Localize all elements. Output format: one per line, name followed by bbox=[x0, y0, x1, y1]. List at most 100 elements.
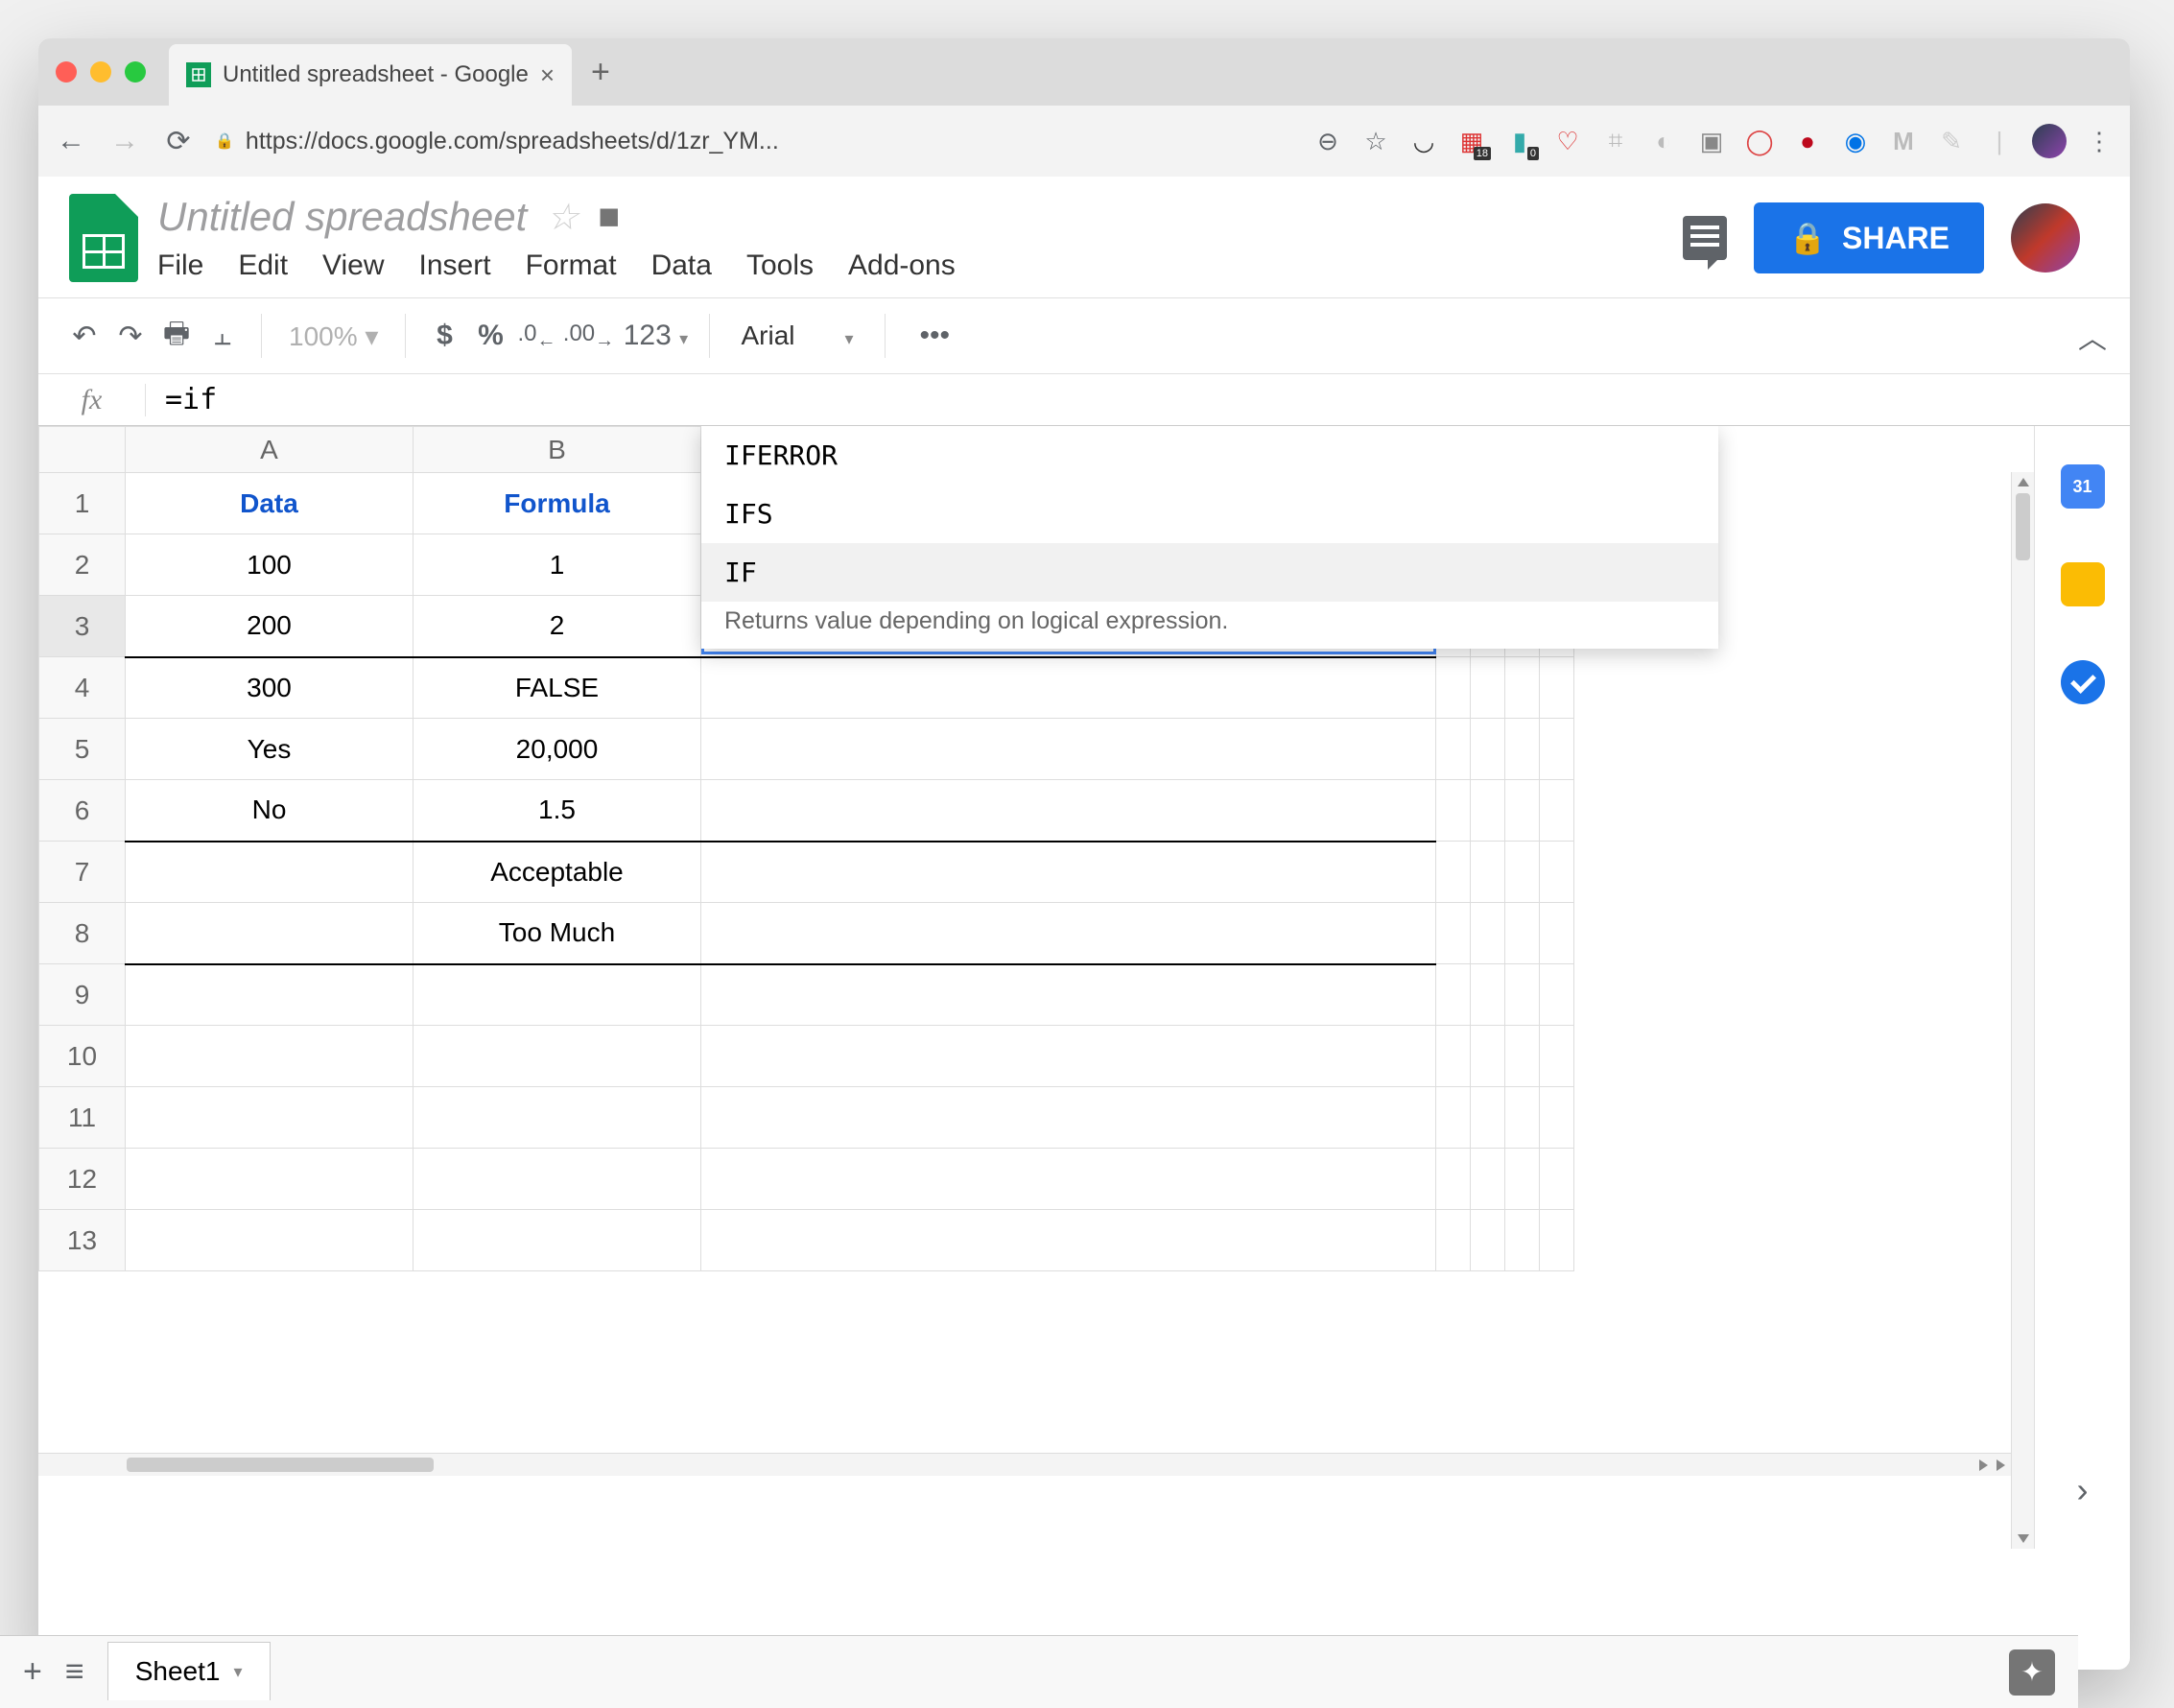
row-header[interactable]: 12 bbox=[39, 1149, 126, 1210]
extension-c-icon[interactable]: ♡ bbox=[1552, 126, 1583, 156]
extension-d-icon[interactable]: ⌗ bbox=[1600, 126, 1631, 156]
maximize-window-button[interactable] bbox=[125, 61, 146, 83]
cell[interactable] bbox=[414, 1210, 701, 1271]
column-header[interactable]: A bbox=[126, 427, 414, 473]
menu-view[interactable]: View bbox=[322, 249, 384, 282]
cell[interactable] bbox=[126, 1210, 414, 1271]
minimize-window-button[interactable] bbox=[90, 61, 111, 83]
redo-icon[interactable]: ↷ bbox=[107, 320, 154, 353]
column-header[interactable]: B bbox=[414, 427, 701, 473]
tasks-icon[interactable] bbox=[2061, 660, 2105, 704]
cell[interactable] bbox=[701, 780, 1436, 842]
move-folder-icon[interactable]: ■ bbox=[598, 197, 620, 238]
forward-button[interactable]: → bbox=[107, 125, 142, 157]
back-button[interactable]: ← bbox=[54, 125, 88, 157]
menu-insert[interactable]: Insert bbox=[419, 249, 491, 282]
formula-input[interactable]: =if bbox=[146, 383, 236, 416]
cell[interactable]: 100 bbox=[126, 534, 414, 596]
cell[interactable] bbox=[414, 1026, 701, 1087]
cell[interactable] bbox=[701, 1087, 1436, 1149]
cell[interactable] bbox=[701, 1210, 1436, 1271]
decrease-decimal-icon[interactable]: .0← bbox=[513, 320, 559, 352]
add-sheet-button[interactable]: + bbox=[38, 1653, 42, 1670]
profile-avatar-icon[interactable] bbox=[2032, 124, 2067, 158]
cell[interactable] bbox=[126, 1087, 414, 1149]
row-header[interactable]: 8 bbox=[39, 903, 126, 964]
row-header[interactable]: 5 bbox=[39, 719, 126, 780]
account-avatar-icon[interactable] bbox=[2011, 203, 2080, 273]
cell[interactable] bbox=[701, 1026, 1436, 1087]
more-toolbar-icon[interactable]: ••• bbox=[920, 320, 951, 352]
pocket-icon[interactable]: ◡ bbox=[1408, 126, 1439, 156]
extension-h-icon[interactable]: M bbox=[1888, 126, 1919, 156]
cell[interactable] bbox=[126, 842, 414, 903]
cell[interactable] bbox=[126, 903, 414, 964]
cell[interactable]: Acceptable bbox=[414, 842, 701, 903]
horizontal-scrollbar[interactable] bbox=[38, 1453, 2011, 1476]
explore-button[interactable]: ✦ bbox=[2009, 1649, 2055, 1671]
calendar-icon[interactable]: 31 bbox=[2061, 464, 2105, 509]
bookmark-star-icon[interactable]: ☆ bbox=[1360, 126, 1391, 156]
more-formats-select[interactable]: 123 ▾ bbox=[617, 320, 694, 352]
comments-icon[interactable] bbox=[1683, 216, 1727, 260]
row-header[interactable]: 2 bbox=[39, 534, 126, 596]
share-button[interactable]: 🔒 SHARE bbox=[1754, 202, 1984, 273]
zoom-icon[interactable]: ⊖ bbox=[1312, 126, 1343, 156]
sheet-tab[interactable]: Sheet1 ▾ bbox=[107, 1642, 271, 1670]
autocomplete-item[interactable]: IF bbox=[701, 543, 1718, 602]
browser-menu-icon[interactable]: ⋮ bbox=[2084, 126, 2115, 156]
vertical-scrollbar[interactable] bbox=[2011, 472, 2034, 1549]
row-header[interactable]: 11 bbox=[39, 1087, 126, 1149]
menu-addons[interactable]: Add-ons bbox=[848, 249, 956, 282]
cell[interactable]: No bbox=[126, 780, 414, 842]
cell[interactable]: Yes bbox=[126, 719, 414, 780]
keep-icon[interactable] bbox=[2061, 562, 2105, 606]
collapse-toolbar-icon[interactable]: ︿ bbox=[2078, 315, 2107, 357]
url-field[interactable]: 🔒 https://docs.google.com/spreadsheets/d… bbox=[215, 128, 779, 155]
cell[interactable]: 2 bbox=[414, 596, 701, 657]
increase-decimal-icon[interactable]: .00→ bbox=[559, 320, 617, 352]
undo-icon[interactable]: ↶ bbox=[61, 320, 107, 353]
cell[interactable] bbox=[126, 964, 414, 1026]
pinterest-icon[interactable]: ● bbox=[1792, 126, 1823, 156]
cell[interactable]: Data bbox=[126, 473, 414, 534]
row-header[interactable]: 13 bbox=[39, 1210, 126, 1271]
close-window-button[interactable] bbox=[56, 61, 77, 83]
close-tab-icon[interactable]: × bbox=[540, 60, 555, 90]
row-header[interactable]: 10 bbox=[39, 1026, 126, 1087]
row-header[interactable]: 7 bbox=[39, 842, 126, 903]
row-header[interactable]: 9 bbox=[39, 964, 126, 1026]
row-header[interactable]: 1 bbox=[39, 473, 126, 534]
cast-icon[interactable]: ▣ bbox=[1696, 126, 1727, 156]
extension-i-icon[interactable]: ✎ bbox=[1936, 126, 1967, 156]
menu-format[interactable]: Format bbox=[526, 249, 617, 282]
menu-tools[interactable]: Tools bbox=[746, 249, 814, 282]
cell[interactable] bbox=[701, 657, 1436, 719]
cell[interactable] bbox=[701, 964, 1436, 1026]
extension-e-icon[interactable]: ◐ bbox=[1648, 126, 1679, 156]
menu-edit[interactable]: Edit bbox=[238, 249, 288, 282]
extension-g-icon[interactable]: ◉ bbox=[1840, 126, 1871, 156]
cell[interactable] bbox=[414, 1087, 701, 1149]
cell[interactable]: Formula bbox=[414, 473, 701, 534]
row-header[interactable]: 6 bbox=[39, 780, 126, 842]
extension-b-icon[interactable]: ▮0 bbox=[1504, 126, 1535, 156]
cell[interactable]: 1.5 bbox=[414, 780, 701, 842]
cell[interactable] bbox=[701, 719, 1436, 780]
cell[interactable]: 300 bbox=[126, 657, 414, 719]
sheet-tab-menu-icon[interactable]: ▾ bbox=[233, 1662, 242, 1671]
browser-tab[interactable]: Untitled spreadsheet - Google × bbox=[169, 44, 572, 106]
zoom-select[interactable]: 100% ▾ bbox=[277, 320, 390, 352]
extension-f-icon[interactable]: ◯ bbox=[1744, 126, 1775, 156]
font-select[interactable]: Arial▾ bbox=[725, 320, 868, 351]
cell[interactable]: FALSE bbox=[414, 657, 701, 719]
cell[interactable] bbox=[126, 1026, 414, 1087]
row-header[interactable]: 4 bbox=[39, 657, 126, 719]
extension-a-icon[interactable]: ▦18 bbox=[1456, 126, 1487, 156]
print-icon[interactable]: 🖶 bbox=[154, 312, 200, 361]
cell[interactable] bbox=[126, 1149, 414, 1210]
cell[interactable] bbox=[414, 964, 701, 1026]
new-tab-button[interactable]: + bbox=[591, 54, 610, 91]
cell[interactable]: 200 bbox=[126, 596, 414, 657]
cell[interactable] bbox=[414, 1149, 701, 1210]
